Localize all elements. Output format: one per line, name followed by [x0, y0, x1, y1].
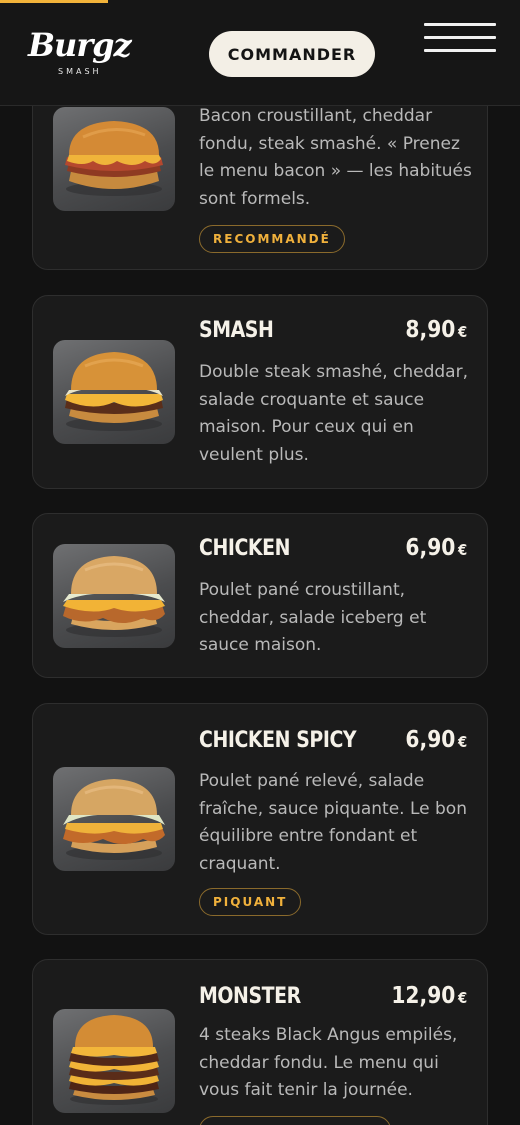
- item-description: 4 steaks Black Angus empilés, cheddar fo…: [199, 1025, 458, 1100]
- tag-badge: PIQUANT: [199, 888, 302, 916]
- order-button[interactable]: COMMANDER: [209, 31, 375, 77]
- menu-card-chicken-spicy[interactable]: CHICKEN SPICY 6,90 € Poulet pané relevé, …: [32, 703, 488, 935]
- burger-photo: [53, 544, 175, 648]
- burger-photo: [53, 107, 175, 211]
- item-price: 6,90 €: [405, 535, 467, 561]
- item-description: Bacon croustillant, cheddar fondu, steak…: [199, 106, 472, 209]
- site-header: Burgz SMASH COMMANDER: [0, 0, 520, 106]
- item-description: Double steak smashé, cheddar, salade cro…: [199, 362, 468, 465]
- item-name: CHICKEN: [199, 536, 291, 561]
- menu-card-monster[interactable]: MONSTER 12,90 € 4 steaks Black Angus empi…: [32, 959, 488, 1125]
- burger-photo: [53, 340, 175, 444]
- item-name: MONSTER: [199, 984, 301, 1009]
- item-description: Poulet pané croustillant, cheddar, salad…: [199, 580, 427, 655]
- logo-wordmark: Burgz: [28, 26, 132, 64]
- item-price: 12,90 €: [391, 983, 467, 1009]
- menu-card-chicken[interactable]: CHICKEN 6,90 € Poulet pané croustillant, …: [32, 513, 488, 678]
- item-name: SMASH: [199, 318, 274, 343]
- tag-badge: RECOMMANDÉ: [199, 225, 345, 253]
- logo-subtitle: SMASH: [58, 67, 102, 76]
- item-price: 6,90 €: [405, 727, 467, 753]
- burger-photo: [53, 1009, 175, 1113]
- brand-logo[interactable]: Burgz SMASH: [28, 26, 132, 80]
- item-price: 8,90 €: [405, 317, 467, 343]
- hamburger-menu-icon[interactable]: [424, 20, 496, 60]
- menu-card-smash[interactable]: SMASH 8,90 € Double steak smashé, cheddar…: [32, 295, 488, 489]
- item-description: Poulet pané relevé, salade fraîche, sauc…: [199, 771, 467, 874]
- accent-line: [0, 0, 108, 3]
- burger-photo: [53, 767, 175, 871]
- item-name: CHICKEN SPICY: [199, 728, 357, 753]
- tag-badge: [199, 1116, 391, 1125]
